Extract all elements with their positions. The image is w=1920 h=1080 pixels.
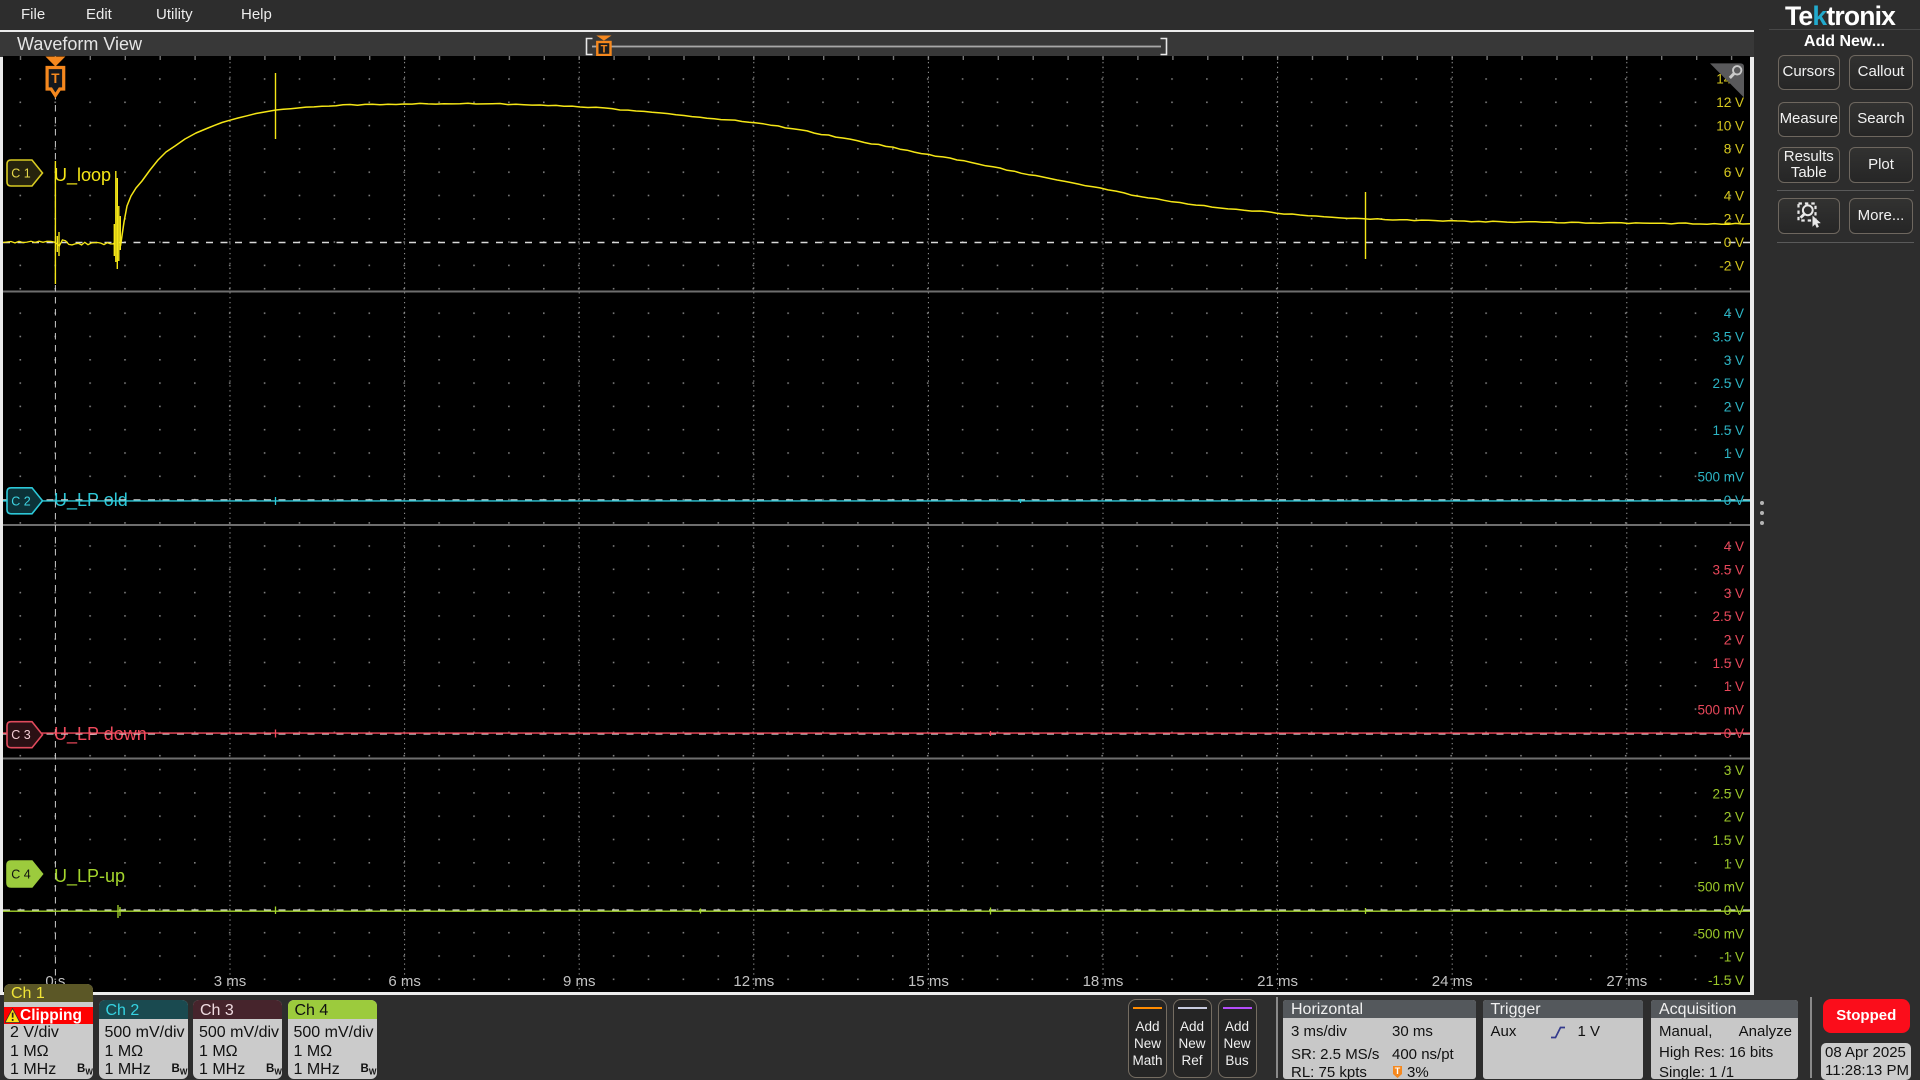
svg-text:-2 V: -2 V xyxy=(1719,258,1744,273)
svg-text:21 ms: 21 ms xyxy=(1257,973,1298,990)
svg-text:6 ms: 6 ms xyxy=(388,973,421,990)
svg-text:6 V: 6 V xyxy=(1724,165,1744,180)
svg-text:2 V: 2 V xyxy=(1724,400,1744,415)
svg-text:1.5 V: 1.5 V xyxy=(1712,423,1744,438)
svg-text:3 V: 3 V xyxy=(1724,763,1744,778)
svg-text:4 V: 4 V xyxy=(1724,306,1744,321)
svg-text:3 V: 3 V xyxy=(1724,353,1744,368)
svg-text:27 ms: 27 ms xyxy=(1606,973,1647,990)
svg-text:C 2: C 2 xyxy=(11,494,31,508)
svg-text:3.5 V: 3.5 V xyxy=(1712,330,1744,345)
svg-text:U_LP-up: U_LP-up xyxy=(54,866,125,887)
svg-text:9 ms: 9 ms xyxy=(563,973,596,990)
svg-text:500 mV: 500 mV xyxy=(1697,703,1744,718)
svg-text:2 V: 2 V xyxy=(1724,212,1744,227)
svg-text:T: T xyxy=(51,71,60,86)
svg-text:0 V: 0 V xyxy=(1724,726,1744,741)
svg-text:4 V: 4 V xyxy=(1724,188,1744,203)
svg-text:24 ms: 24 ms xyxy=(1432,973,1473,990)
svg-text:C 1: C 1 xyxy=(11,167,31,181)
svg-text:12 V: 12 V xyxy=(1716,95,1744,110)
svg-text:8 V: 8 V xyxy=(1724,142,1744,157)
svg-text:3.5 V: 3.5 V xyxy=(1712,563,1744,578)
svg-text:10 V: 10 V xyxy=(1716,118,1744,133)
svg-text:3 V: 3 V xyxy=(1724,586,1744,601)
svg-text:1 V: 1 V xyxy=(1724,856,1744,871)
svg-text:T: T xyxy=(601,43,608,55)
svg-text:0 V: 0 V xyxy=(1724,903,1744,918)
svg-text:1.5 V: 1.5 V xyxy=(1712,833,1744,848)
svg-text:15 ms: 15 ms xyxy=(908,973,949,990)
svg-text:T: T xyxy=(1395,1066,1401,1076)
svg-text:C 3: C 3 xyxy=(11,728,31,742)
svg-text:4 V: 4 V xyxy=(1724,539,1744,554)
svg-text:2.5 V: 2.5 V xyxy=(1712,786,1744,801)
svg-text:1.5 V: 1.5 V xyxy=(1712,656,1744,671)
svg-text:18 ms: 18 ms xyxy=(1083,973,1124,990)
svg-text:2 V: 2 V xyxy=(1724,810,1744,825)
svg-text:-500 mV: -500 mV xyxy=(1693,926,1744,941)
svg-text:U_loop: U_loop xyxy=(54,165,111,186)
svg-text:-1 V: -1 V xyxy=(1719,950,1744,965)
svg-text:12 ms: 12 ms xyxy=(733,973,774,990)
svg-text:-1.5 V: -1.5 V xyxy=(1708,973,1744,988)
svg-text:500 mV: 500 mV xyxy=(1697,880,1744,895)
svg-text:2 V: 2 V xyxy=(1724,633,1744,648)
svg-text:0 V: 0 V xyxy=(1724,493,1744,508)
svg-text:1 V: 1 V xyxy=(1724,679,1744,694)
svg-text:3 ms: 3 ms xyxy=(214,973,247,990)
svg-text:500 mV: 500 mV xyxy=(1697,470,1744,485)
svg-text:1 V: 1 V xyxy=(1724,446,1744,461)
svg-text:0 V: 0 V xyxy=(1724,235,1744,250)
svg-text:2.5 V: 2.5 V xyxy=(1712,609,1744,624)
svg-text:2.5 V: 2.5 V xyxy=(1712,376,1744,391)
svg-text:C 4: C 4 xyxy=(11,868,31,882)
